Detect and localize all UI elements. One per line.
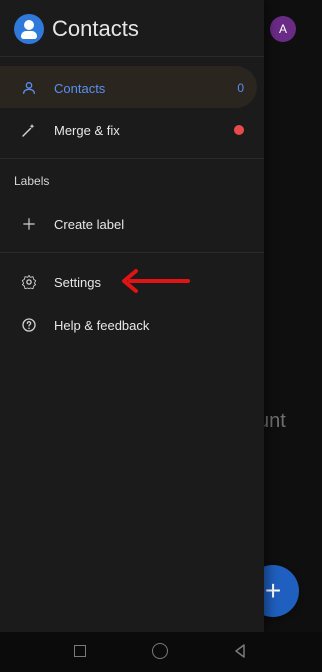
gear-icon (20, 273, 38, 291)
app-title: Contacts (52, 16, 139, 41)
drawer-item-label: Help & feedback (54, 317, 150, 333)
contacts-count-badge: 0 (237, 81, 244, 95)
plus-icon (20, 215, 38, 233)
drawer-item-label: Contacts (54, 80, 106, 96)
navigation-drawer: Contacts Contacts 0 Merge & fix Labels C… (0, 0, 264, 632)
person-outline-icon (20, 79, 38, 97)
magic-wand-icon (20, 121, 38, 139)
drawer-divider (0, 158, 264, 159)
labels-section-title: Labels (14, 174, 50, 188)
red-dot-icon (234, 125, 244, 135)
drawer-item-label: Merge & fix (54, 122, 120, 138)
drawer-item-create-label[interactable]: Create label (0, 202, 264, 246)
circle-icon[interactable] (152, 643, 168, 659)
drawer-item-contacts[interactable]: Contacts 0 (0, 66, 264, 110)
drawer-item-help-feedback[interactable]: Help & feedback (0, 303, 264, 347)
triangle-left-icon[interactable] (232, 643, 248, 659)
drawer-header: Contacts (14, 14, 139, 44)
help-circle-icon (20, 316, 38, 334)
drawer-item-label: Create label (54, 216, 125, 232)
arrow-left-icon (122, 269, 190, 293)
add-icon: + (264, 575, 282, 606)
contacts-logo-icon (14, 14, 44, 44)
account-avatar[interactable]: A (270, 16, 296, 42)
drawer-divider (0, 252, 264, 253)
system-navigation-bar (0, 632, 322, 672)
drawer-item-merge-fix[interactable]: Merge & fix (0, 108, 264, 152)
square-icon[interactable] (74, 645, 86, 657)
drawer-divider (0, 56, 264, 57)
notification-indicator (222, 125, 244, 135)
